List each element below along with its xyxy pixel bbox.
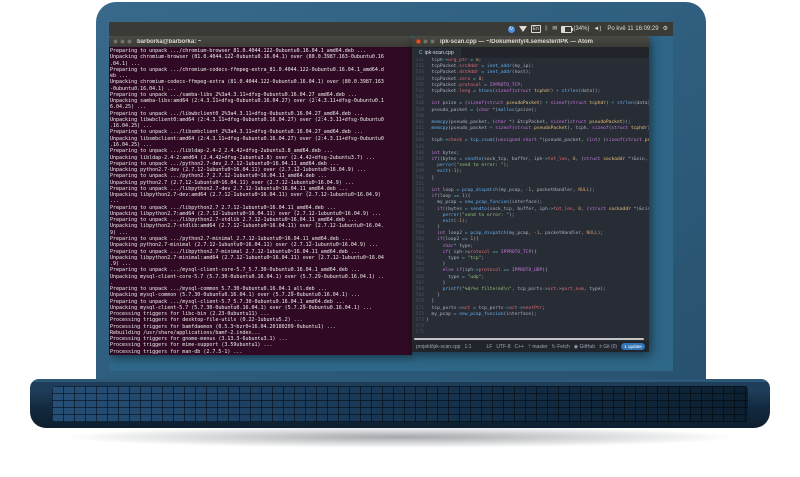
close-button[interactable]: [113, 39, 118, 44]
clock[interactable]: Po kvě 11 16:09:29: [607, 26, 658, 32]
keyboard-layout-indicator[interactable]: En: [530, 25, 541, 33]
status-bar: projekt/ipk-scan.cpp 1:1 LF UTF-8 C++ ᛘ mas…: [412, 341, 649, 352]
status-update-badge[interactable]: 1 update: [621, 343, 645, 350]
screen-desktop: ↻ En ᛒ ✉ (34%) ◄) Po kvě 11 16:09:29 ⚙ b…: [109, 22, 673, 371]
maximize-button[interactable]: [127, 39, 132, 44]
status-git-branch[interactable]: ᛘ master: [528, 344, 548, 350]
status-left: projekt/ipk-scan.cpp 1:1: [416, 344, 471, 350]
atom-title: ipk-scan.cpp — ~/Dokumenty/4.semester/IP…: [440, 38, 593, 45]
system-tray: ↻ En ᛒ ✉ (34%) ◄) Po kvě 11 16:09:29 ⚙: [507, 25, 668, 33]
status-grammar[interactable]: C++: [515, 344, 524, 350]
atom-titlebar[interactable]: ipk-scan.cpp — ~/Dokumenty/4.semester/IP…: [412, 36, 649, 47]
laptop-base: [30, 379, 770, 428]
terminal-title: barborka@barborka: ~: [137, 38, 202, 45]
code-line: tcph->check = tcp_csum((unsigned short *…: [426, 138, 649, 144]
terminal-window: barborka@barborka: ~ Preparing to unpack…: [109, 36, 412, 355]
status-fetch[interactable]: ↻ Fetch: [552, 344, 570, 350]
maximize-button[interactable]: [430, 39, 435, 44]
wifi-icon[interactable]: [518, 26, 527, 32]
tab-ipk-scan-cpp[interactable]: C ipk-scan.cpp: [412, 48, 461, 58]
laptop-mockup: ↻ En ᛒ ✉ (34%) ◄) Po kvě 11 16:09:29 ⚙ b…: [0, 0, 800, 477]
editor-gutter: 531 532 533 534 535 536 537 538 539 540 541 542 543 5…: [412, 58, 426, 337]
status-right: LF UTF-8 C++ ᛘ master ↻ Fetch ◉ GitHub ± Git (…: [487, 343, 645, 350]
terminal-line: Unpacking chromium-browser (81.0.4044.12…: [110, 54, 384, 61]
status-git-changes[interactable]: ± Git (0): [599, 344, 617, 350]
terminal-line: Unpacking python2.7-minimal (2.7.12-1ubu…: [110, 242, 378, 249]
scrollbar-thumb[interactable]: [414, 338, 644, 340]
terminal-line: Preparing to unpack .../chromium-codecs-…: [110, 66, 384, 73]
minimize-button[interactable]: [423, 39, 428, 44]
editor[interactable]: 531 532 533 534 535 536 537 538 539 540 541 542 543 5…: [412, 58, 649, 337]
editor-lines: tcph->urg_ptr = 0; tcpPacket.srcAddr = i…: [426, 58, 649, 337]
status-encoding[interactable]: UTF-8: [496, 344, 510, 350]
battery-indicator[interactable]: (34%): [561, 25, 590, 33]
terminal-line: Unpacking libpython2.7-stdlib:amd64 (2.7…: [110, 223, 384, 230]
line-number: 575: [415, 330, 424, 336]
volume-icon[interactable]: ◄): [593, 26, 601, 32]
close-button[interactable]: [416, 39, 421, 44]
battery-icon: [561, 25, 574, 33]
cpp-file-icon: C: [419, 50, 423, 56]
terminal-line: Unpacking libpython2.7-minimal:amd64 (2.…: [110, 254, 384, 261]
mail-icon[interactable]: ✉: [552, 26, 557, 32]
horizontal-scrollbar[interactable]: [412, 337, 649, 341]
terminal-line: Processing triggers for man-db (2.7.5-1)…: [110, 348, 243, 355]
keyboard: [52, 386, 748, 422]
atom-window: ipk-scan.cpp — ~/Dokumenty/4.semester/IP…: [412, 36, 649, 352]
status-cursor-position[interactable]: 1:1: [464, 344, 471, 350]
terminal-line: Unpacking libpython2.7-dev:amd64 (2.7.12…: [110, 192, 381, 199]
terminal-window-buttons: [113, 39, 132, 44]
top-panel: ↻ En ᛒ ✉ (34%) ◄) Po kvě 11 16:09:29 ⚙: [109, 22, 673, 36]
status-github[interactable]: ◉ GitHub: [574, 344, 595, 350]
status-file-path[interactable]: projekt/ipk-scan.cpp: [416, 344, 460, 350]
terminal-line: Unpacking libsmbclient:amd64 (2:4.3.11+d…: [110, 135, 384, 142]
battery-label: (34%): [573, 26, 590, 32]
terminal-line: Unpacking mysql-client-core-5.7 (5.7.30-…: [110, 273, 384, 280]
update-indicator-icon[interactable]: ↻: [507, 25, 515, 33]
session-gear-icon[interactable]: ⚙: [663, 26, 668, 32]
terminal-line: Unpacking libldap-2.4-2:amd64 (2.4.42+df…: [110, 154, 375, 161]
terminal-line: Unpacking chromium-codecs-ffmpeg-extra (…: [110, 79, 384, 86]
terminal-titlebar[interactable]: barborka@barborka: ~: [109, 36, 412, 47]
terminal-body[interactable]: Preparing to unpack .../chromium-browser…: [109, 47, 412, 355]
bluetooth-icon[interactable]: ᛒ: [545, 26, 549, 32]
atom-window-buttons: [416, 39, 435, 44]
laptop-lid: ↻ En ᛒ ✉ (34%) ◄) Po kvě 11 16:09:29 ⚙ b…: [96, 2, 706, 379]
tab-bar: C ipk-scan.cpp: [412, 47, 649, 58]
tab-label: ipk-scan.cpp: [424, 50, 454, 56]
code-line: memcpy(pseudo_packet + sizeof(struct pse…: [426, 126, 649, 132]
terminal-line: Unpacking libwbclient0:amd64 (2:4.3.11+d…: [110, 116, 384, 123]
status-line-ending[interactable]: LF: [487, 344, 493, 350]
minimize-button[interactable]: [120, 39, 125, 44]
terminal-line: Unpacking samba-libs:amd64 (2:4.3.11+dfs…: [110, 98, 384, 105]
laptop-shadow: [60, 426, 740, 448]
